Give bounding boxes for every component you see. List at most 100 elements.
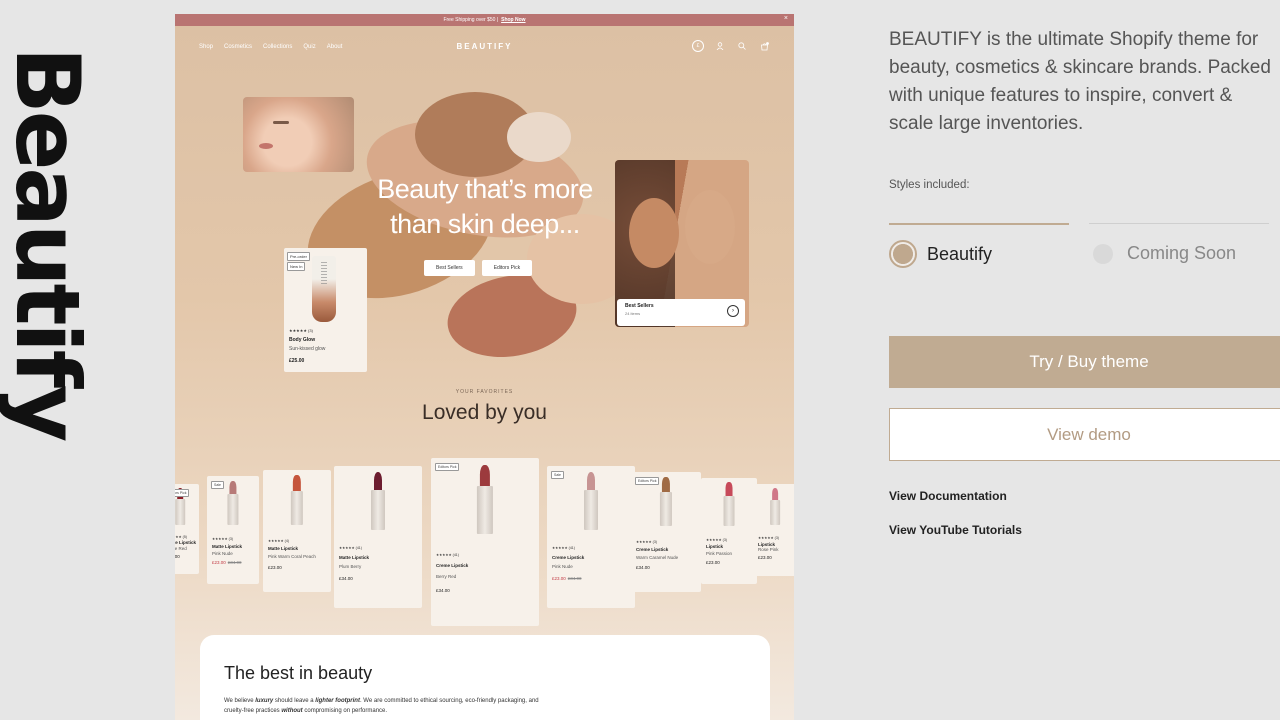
site-nav: Shop Cosmetics Collections Quiz About BE… — [175, 26, 794, 68]
nav-cosmetics[interactable]: Cosmetics — [224, 44, 252, 50]
product-rating: ★★★★★ (41) — [552, 546, 575, 550]
product-price: £34.00 — [175, 553, 180, 559]
lipstick-card[interactable]: ★★★★★ (4) Matte Lipstick Pink Warm Coral P… — [263, 470, 331, 592]
product-shade: Plum Berry — [339, 564, 362, 569]
lipstick-image — [227, 480, 239, 525]
product-name: Matte Lipstick — [268, 546, 299, 552]
product-rating: ★★★★★ (4) — [268, 538, 289, 543]
announcement-text: Free Shipping over $50 | — [443, 17, 499, 23]
powder-smear — [507, 112, 571, 162]
product-name: Creme Lipstick — [436, 563, 469, 569]
product-rating: ★★★★★ (5) — [175, 534, 187, 539]
style-swatch — [1093, 243, 1113, 264]
account-icon[interactable] — [714, 40, 726, 52]
product-name: Matte Lipstick — [339, 555, 370, 560]
lipstick-card[interactable]: Sale ★★★★★ (3) Matte Lipstick Pink Nude £23.… — [207, 476, 259, 584]
lipstick-image — [723, 482, 735, 526]
close-icon[interactable]: × — [784, 15, 788, 22]
lipstick-image — [290, 475, 304, 525]
style-option-coming-soon[interactable]: Coming Soon — [1093, 243, 1236, 264]
product-name: Lipstick — [758, 541, 776, 547]
announcement-bar: Free Shipping over $50 | Shop Now × — [175, 14, 794, 26]
product-shade: Matte Red — [175, 546, 187, 552]
product-name: Creme Lipstick — [636, 547, 669, 553]
lipstick-image — [659, 477, 673, 527]
product-badge: Editors Pick — [175, 489, 190, 497]
product-price: £23.00 — [706, 560, 720, 566]
editors-pick-button[interactable]: Editors Pick — [481, 260, 533, 276]
product-rating: ★★★★★ (41) — [436, 552, 459, 557]
product-shade: Warm Caramel Nude — [636, 554, 679, 560]
styles-label: Styles included: — [889, 179, 970, 191]
product-price: £34.00 — [636, 564, 650, 570]
product-subtitle: Sun-kissed glow — [289, 346, 326, 352]
product-price: £23.00 £34.00 — [552, 576, 582, 581]
vertical-brand-title: Beautify — [0, 46, 99, 440]
product-rating: ★★★★★ (3) — [706, 537, 727, 542]
product-price: £34.00 — [339, 576, 353, 581]
lipstick-image — [770, 487, 780, 526]
product-shade: Pink Passion — [706, 551, 733, 557]
product-badge: Editors Pick — [635, 477, 660, 485]
product-price: £23.00 — [268, 564, 282, 570]
style-swatch-selected — [889, 240, 917, 268]
nav-about[interactable]: About — [327, 44, 343, 50]
lipstick-card[interactable]: Editors Pick ★★★★★ (5)Matte LipstickMatte… — [175, 484, 199, 574]
arrow-right-icon[interactable]: › — [727, 305, 739, 317]
product-price: £34.00 — [436, 588, 450, 594]
product-name: Matte Lipstick — [212, 543, 243, 549]
product-rating: ★★★★★ (3) — [212, 536, 233, 541]
announcement-link[interactable]: Shop Now — [501, 17, 525, 23]
view-youtube-tutorials-link[interactable]: View YouTube Tutorials — [889, 523, 1022, 537]
lipstick-card[interactable]: Sale ★★★★★ (41) Creme Lipstick Pink Nude £23… — [547, 466, 635, 608]
best-in-beauty-section: The best in beauty We believe luxury sho… — [200, 635, 770, 720]
product-price: £23.00 — [758, 555, 772, 561]
best-sellers-title: Best Sellers — [625, 303, 654, 309]
lipstick-card[interactable]: ★★★★★ (41) Matte Lipstick Plum Berry £34.00 — [334, 466, 422, 608]
model-photo — [243, 97, 354, 172]
product-shade: Pink Warm Coral Peach — [268, 554, 316, 560]
lipstick-image — [584, 472, 598, 530]
lipstick-card[interactable]: ★★★★★ (3) Lipstick Rose Pink £23.00 — [753, 484, 794, 576]
product-shade: Pink Nude — [552, 564, 573, 569]
view-documentation-link[interactable]: View Documentation — [889, 489, 1007, 503]
product-badge: Editors Pick — [435, 463, 460, 471]
cart-icon[interactable] — [758, 40, 770, 52]
hero-title: Beauty that’s more than skin deep... — [377, 174, 593, 239]
lipstick-card[interactable]: Editors Pick ★★★★★ (3) Creme Lipstick Warm … — [631, 472, 701, 592]
product-card[interactable]: Pre-order New In ★★★★★ (3) Body Glow Sun… — [284, 248, 367, 372]
product-price: £23.00 £34.00 — [212, 559, 242, 565]
product-price: £25.00 — [289, 358, 305, 364]
try-buy-theme-button[interactable]: Try / Buy theme — [889, 336, 1280, 388]
best-paragraph: We believe luxury should leave a lighter… — [224, 698, 539, 714]
nav-collections[interactable]: Collections — [263, 44, 292, 50]
site-logo[interactable]: BEAUTIFY — [457, 42, 513, 51]
product-shade: Pink Nude — [212, 550, 233, 556]
style-option-beautify[interactable]: Beautify — [889, 240, 992, 268]
best-title: The best in beauty — [224, 663, 373, 683]
product-shade: Berry Red — [436, 573, 457, 579]
lipstick-card[interactable]: Editors Pick ★★★★★ (41) Creme Lipstick Berr… — [431, 458, 539, 626]
style-tab-indicator — [889, 223, 1069, 225]
product-rating: ★★★★★ (3) — [636, 539, 657, 544]
best-sellers-card[interactable]: Best Sellers 24 items › — [617, 299, 745, 326]
product-badge: Sale — [211, 481, 225, 489]
product-rating: ★★★★★ (3) — [289, 328, 313, 333]
nav-shop[interactable]: Shop — [199, 44, 213, 50]
search-icon[interactable] — [736, 40, 748, 52]
view-demo-button[interactable]: View demo — [889, 408, 1280, 461]
theme-preview: Free Shipping over $50 | Shop Now × Shop… — [175, 14, 794, 720]
currency-icon[interactable]: £ — [692, 40, 704, 52]
product-rating: ★★★★★ (3) — [758, 535, 779, 540]
best-sellers-button[interactable]: Best Sellers — [424, 260, 475, 276]
lipstick-card[interactable]: ★★★★★ (3) Lipstick Pink Passion £23.00 — [701, 478, 757, 584]
screen: Beautify Free Shipping over $50 | Shop N… — [0, 0, 1280, 720]
product-name: Creme Lipstick — [552, 555, 585, 560]
preorder-badge: Pre-order — [287, 252, 310, 261]
lipstick-image — [476, 465, 494, 534]
product-badge: Sale — [551, 471, 565, 479]
product-rating: ★★★★★ (41) — [339, 546, 362, 550]
style-tab-divider — [1089, 223, 1269, 224]
theme-description: BEAUTIFY is the ultimate Shopify theme f… — [889, 29, 1271, 134]
nav-quiz[interactable]: Quiz — [303, 44, 315, 50]
